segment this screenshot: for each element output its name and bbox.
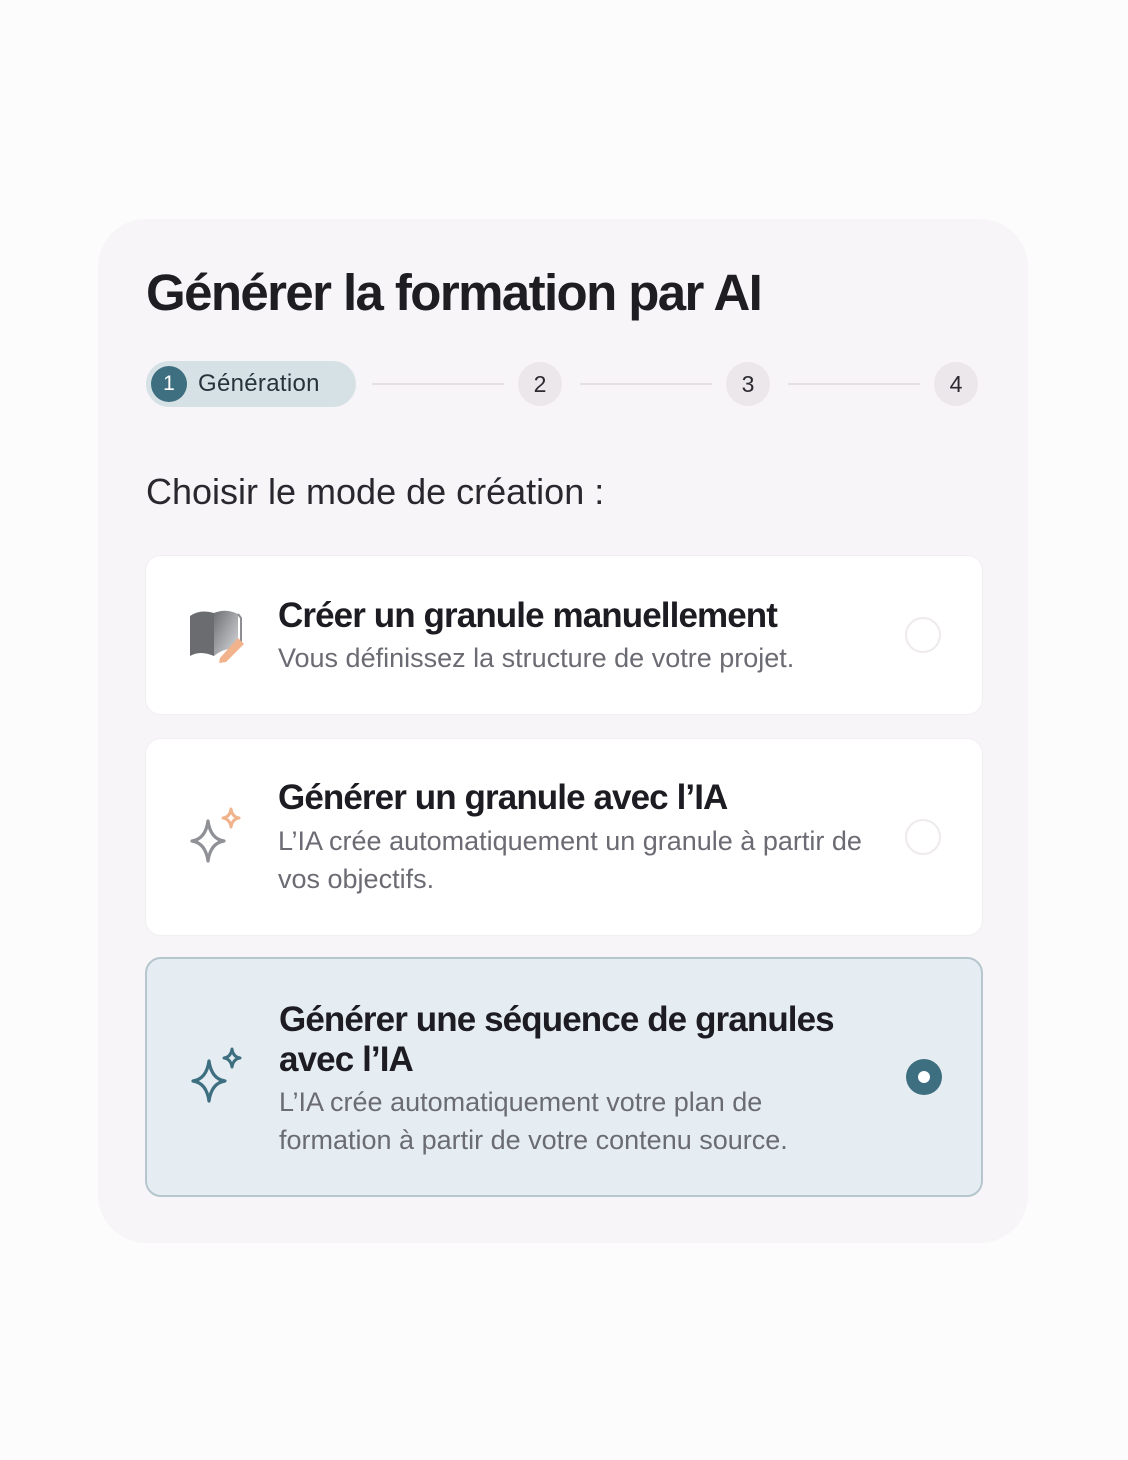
step-3[interactable]: 3 — [726, 362, 770, 406]
option-title: Créer un granule manuellement — [278, 596, 778, 635]
option-title: Générer un granule avec l’IA — [278, 778, 728, 817]
step-label: Génération — [198, 370, 320, 397]
option-radio-selected[interactable] — [906, 1059, 942, 1095]
book-pencil-icon — [186, 604, 246, 664]
option-radio[interactable] — [905, 617, 941, 653]
stepper: 1 Génération 2 3 4 — [146, 361, 980, 407]
dialog-title: Générer la formation par AI — [146, 264, 763, 321]
step-number: 1 — [151, 366, 187, 402]
option-create-manually[interactable]: Créer un granule manuellement Vous défin… — [145, 555, 983, 715]
step-1-generation[interactable]: 1 Génération — [146, 361, 356, 407]
create-training-dialog: Générer la formation par AI 1 Génération… — [98, 219, 1028, 1243]
option-description: L’IA crée automatiquement un granule à p… — [278, 826, 862, 894]
option-generate-sequence-ai[interactable]: Générer une séquence de granules avec l’… — [145, 957, 983, 1197]
option-generate-granule-ai[interactable]: Générer un granule avec l’IA L’IA crée a… — [145, 738, 983, 936]
option-title: Générer une séquence de granules avec l’… — [279, 1000, 835, 1079]
option-radio[interactable] — [905, 819, 941, 855]
step-4[interactable]: 4 — [934, 362, 978, 406]
step-connector — [372, 383, 504, 385]
creation-mode-label: Choisir le mode de création : — [146, 471, 605, 512]
option-description: Vous définissez la structure de votre pr… — [278, 643, 795, 673]
option-description: L’IA crée automatiquement votre plan de … — [279, 1087, 788, 1155]
step-2[interactable]: 2 — [518, 362, 562, 406]
sparkle-icon — [186, 807, 246, 867]
step-connector — [580, 383, 712, 385]
sparkle-icon — [187, 1047, 247, 1107]
step-connector — [788, 383, 920, 385]
